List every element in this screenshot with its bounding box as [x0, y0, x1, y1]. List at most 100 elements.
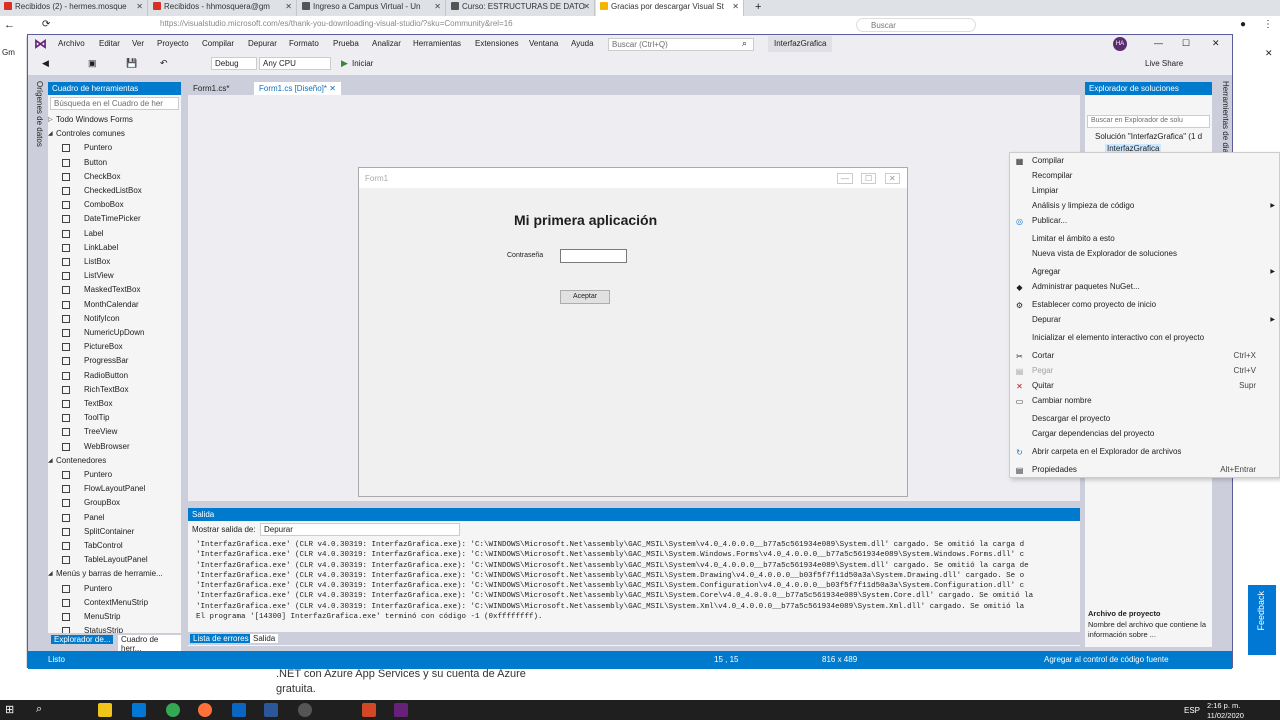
toolbox-item[interactable]: Panel: [48, 511, 173, 525]
tab-error-list[interactable]: Lista de errores: [190, 634, 252, 643]
toolbox-item[interactable]: NotifyIcon: [48, 312, 173, 326]
back-icon[interactable]: ←: [4, 19, 15, 31]
feedback-button[interactable]: Feedback: [1248, 585, 1276, 655]
browser-tab[interactable]: Gracias por descargar Visual St ✕: [596, 0, 744, 16]
context-item[interactable]: Depurar ▶: [1010, 313, 1280, 327]
browser-tab[interactable]: Ingreso a Campus Virtual - Un ✕: [298, 0, 446, 16]
toolbox-item[interactable]: DateTimePicker: [48, 212, 173, 226]
context-item[interactable]: Agregar ▶: [1010, 265, 1280, 279]
app-icon[interactable]: [232, 703, 246, 717]
back-nav-icon[interactable]: ◀: [42, 58, 49, 69]
new-project-icon[interactable]: ▣: [88, 58, 97, 69]
toolbox-item[interactable]: Puntero: [48, 582, 173, 596]
vs-search-input[interactable]: Buscar (Ctrl+Q): [608, 38, 754, 51]
toolbox-category[interactable]: ◢ Menús y barras de herramie...: [48, 567, 163, 581]
search-icon[interactable]: ⌕: [36, 703, 42, 716]
form1-window[interactable]: Form1 — ☐ ✕ Mi primera aplicación Contra…: [358, 167, 908, 497]
data-sources-rail[interactable]: Orígenes de datos: [30, 81, 44, 201]
close-icon[interactable]: ✕: [1265, 48, 1273, 59]
config-select[interactable]: Debug: [211, 57, 257, 70]
save-icon[interactable]: 💾: [126, 58, 137, 69]
toolbox-category[interactable]: ◢ Contenedores: [48, 454, 106, 468]
toolbox-item[interactable]: ListView: [48, 269, 173, 283]
menu-archivo[interactable]: Archivo: [58, 39, 85, 48]
context-item[interactable]: Nueva vista de Explorador de soluciones: [1010, 247, 1280, 261]
menu-analizar[interactable]: Analizar: [372, 39, 401, 48]
word-icon[interactable]: [264, 703, 278, 717]
context-item[interactable]: ✂ Cortar Ctrl+X: [1010, 349, 1280, 363]
context-item[interactable]: Limitar el ámbito a esto: [1010, 232, 1280, 246]
context-item[interactable]: Cargar dependencias del proyecto: [1010, 427, 1280, 441]
menu-ayuda[interactable]: Ayuda: [571, 39, 594, 48]
browser-tab[interactable]: Recibidos (2) - hermes.mosque ✕: [0, 0, 148, 16]
toolbox-category[interactable]: ▷ Todo Windows Forms: [48, 113, 133, 127]
menu-ventana[interactable]: Ventana: [529, 39, 558, 48]
toolbox-item[interactable]: PictureBox: [48, 340, 173, 354]
output-source-select[interactable]: Depurar: [260, 523, 460, 536]
context-item[interactable]: ▭ Cambiar nombre: [1010, 394, 1280, 408]
undo-icon[interactable]: ↶: [160, 58, 168, 69]
menu-compilar[interactable]: Compilar: [202, 39, 234, 48]
toolbox-item[interactable]: MenuStrip: [48, 610, 173, 624]
menu-extensiones[interactable]: Extensiones: [475, 39, 519, 48]
browser-tab[interactable]: Recibidos - hhmosquera@gm ✕: [149, 0, 297, 16]
menu-editar[interactable]: Editar: [99, 39, 120, 48]
browser-tab[interactable]: Curso: ESTRUCTURAS DE DATO ✕: [447, 0, 595, 16]
context-item[interactable]: ◎ Publicar...: [1010, 214, 1280, 228]
toolbox-item[interactable]: Puntero: [48, 468, 173, 482]
browser-search[interactable]: Buscar: [856, 18, 976, 32]
menu-prueba[interactable]: Prueba: [333, 39, 359, 48]
menu-depurar[interactable]: Depurar: [248, 39, 277, 48]
menu-herramientas[interactable]: Herramientas: [413, 39, 461, 48]
clock-date[interactable]: 11/02/2020: [1207, 711, 1244, 720]
toolbox-item[interactable]: RadioButton: [48, 369, 173, 383]
context-item[interactable]: Análisis y limpieza de código ▶: [1010, 199, 1280, 213]
toolbox-item[interactable]: SplitContainer: [48, 525, 173, 539]
toolbox-item[interactable]: ComboBox: [48, 198, 173, 212]
close-tab-icon[interactable]: ✕: [583, 2, 590, 11]
toolbox-item[interactable]: RichTextBox: [48, 383, 173, 397]
user-avatar[interactable]: HA: [1113, 37, 1127, 51]
menu-ver[interactable]: Ver: [132, 39, 144, 48]
maximize-icon[interactable]: ☐: [1182, 38, 1190, 49]
toolbox-item[interactable]: CheckBox: [48, 170, 173, 184]
media-icon[interactable]: [298, 703, 312, 717]
tab-solution-explorer[interactable]: Explorador de...: [51, 635, 114, 644]
start-icon[interactable]: ▶: [341, 58, 348, 69]
profile-icon[interactable]: ●: [1240, 19, 1246, 30]
gmail-bookmark[interactable]: Gm: [2, 48, 15, 57]
close-tab-icon[interactable]: ✕: [136, 2, 143, 11]
more-menu-icon[interactable]: ⋮: [1263, 19, 1273, 30]
close-window-icon[interactable]: ✕: [1212, 38, 1220, 49]
menu-proyecto[interactable]: Proyecto: [157, 39, 189, 48]
context-item[interactable]: ◆ Administrar paquetes NuGet...: [1010, 280, 1280, 294]
start-button[interactable]: Iniciar: [352, 59, 373, 68]
toolbox-item[interactable]: WebBrowser: [48, 440, 173, 454]
powerpoint-icon[interactable]: [362, 703, 376, 717]
toolbox-item[interactable]: TableLayoutPanel: [48, 553, 173, 567]
edge-icon[interactable]: [132, 703, 146, 717]
close-tab-icon[interactable]: ✕: [329, 84, 336, 93]
toolbox-category[interactable]: ◢ Controles comunes: [48, 127, 125, 141]
context-item[interactable]: Recompilar: [1010, 169, 1280, 183]
toolbox-item[interactable]: Label: [48, 227, 173, 241]
solution-node[interactable]: Solución "InterfazGrafica" (1 d: [1095, 132, 1202, 141]
minimize-icon[interactable]: —: [1154, 38, 1163, 48]
windows-start-icon[interactable]: ⊞: [5, 703, 14, 716]
toolbox-item[interactable]: TreeView: [48, 425, 173, 439]
accept-button[interactable]: Aceptar: [560, 290, 610, 304]
toolbox-item[interactable]: ContextMenuStrip: [48, 596, 173, 610]
close-tab-icon[interactable]: ✕: [285, 2, 292, 11]
context-item[interactable]: Inicializar el elemento interactivo con …: [1010, 331, 1280, 345]
toolbox-item[interactable]: GroupBox: [48, 496, 173, 510]
tab-output[interactable]: Salida: [250, 634, 279, 643]
toolbox-item[interactable]: Button: [48, 156, 173, 170]
form-heading-label[interactable]: Mi primera aplicación: [514, 212, 657, 228]
toolbox-item[interactable]: NumericUpDown: [48, 326, 173, 340]
visual-studio-taskbar-icon[interactable]: [394, 703, 408, 717]
toolbox-item[interactable]: LinkLabel: [48, 241, 173, 255]
context-item[interactable]: ⚙ Establecer como proyecto de inicio: [1010, 298, 1280, 312]
address-bar[interactable]: https://visualstudio.microsoft.com/es/th…: [160, 19, 840, 32]
context-item[interactable]: Descargar el proyecto: [1010, 412, 1280, 426]
toolbox-item[interactable]: TextBox: [48, 397, 173, 411]
